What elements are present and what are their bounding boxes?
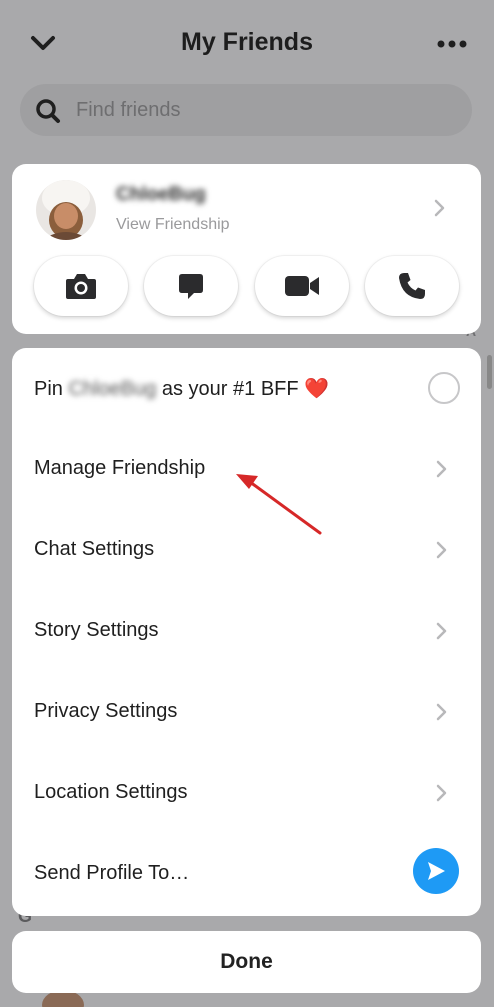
location-settings-item[interactable]: Location Settings — [12, 753, 481, 834]
avatar[interactable] — [36, 180, 96, 240]
header: My Friends — [0, 0, 494, 84]
menu-item-label: Chat Settings — [34, 538, 155, 560]
pin-bff-label: Pin ChloeBug as your #1 BFF ❤️ — [34, 378, 330, 400]
menu-item-label: Send Profile To… — [34, 862, 190, 884]
chevron-right-icon — [434, 457, 450, 481]
menu-item-label: Story Settings — [34, 619, 159, 641]
chevron-right-icon — [434, 700, 450, 724]
story-settings-item[interactable]: Story Settings — [12, 591, 481, 672]
pin-toggle[interactable] — [428, 372, 460, 404]
send-profile-item[interactable]: Send Profile To… — [12, 834, 481, 915]
chevron-right-icon — [434, 619, 450, 643]
camera-icon — [64, 271, 98, 301]
privacy-settings-item[interactable]: Privacy Settings — [12, 672, 481, 753]
menu-item-label: Manage Friendship — [34, 457, 206, 479]
search-placeholder: Find friends — [76, 99, 181, 121]
friend-name: ChloeBug — [116, 184, 206, 205]
camera-button[interactable] — [34, 256, 128, 316]
chevron-right-icon — [434, 538, 450, 562]
page-title: My Friends — [181, 28, 313, 56]
search-input[interactable]: Find friends — [20, 84, 472, 136]
friend-name: ChloeBug — [68, 378, 157, 400]
phone-icon — [397, 271, 427, 301]
heart-icon: ❤️ — [304, 378, 330, 400]
chevron-right-icon — [434, 781, 450, 805]
done-button[interactable]: Done — [12, 931, 481, 993]
menu-item-label: Location Settings — [34, 781, 188, 803]
video-call-button[interactable] — [255, 256, 349, 316]
chat-button[interactable] — [144, 256, 238, 316]
phone-call-button[interactable] — [365, 256, 459, 316]
friend-options-menu: Pin ChloeBug as your #1 BFF ❤️ Manage Fr… — [12, 348, 481, 916]
menu-item-label: Privacy Settings — [34, 700, 178, 722]
search-icon — [34, 97, 62, 125]
video-call-icon — [283, 272, 321, 300]
view-friendship-link[interactable]: View Friendship — [116, 216, 230, 234]
chat-icon — [176, 271, 206, 301]
ellipsis-icon[interactable] — [434, 30, 470, 58]
manage-friendship-item[interactable]: Manage Friendship — [12, 429, 481, 510]
friend-card: ChloeBug View Friendship — [12, 164, 481, 334]
send-arrow-icon[interactable] — [413, 848, 459, 894]
pin-bff-item[interactable]: Pin ChloeBug as your #1 BFF ❤️ — [12, 348, 481, 429]
scrollbar[interactable] — [487, 355, 492, 389]
chevron-right-icon[interactable] — [432, 196, 448, 220]
chat-settings-item[interactable]: Chat Settings — [12, 510, 481, 591]
